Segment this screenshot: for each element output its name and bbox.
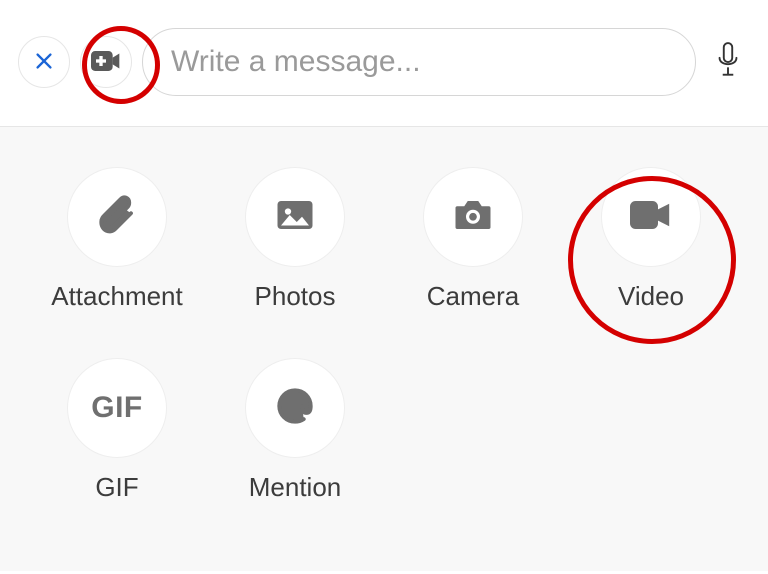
paperclip-icon: [96, 194, 138, 241]
attachment-option-photos[interactable]: Photos: [206, 167, 384, 312]
at-icon: [274, 385, 316, 432]
attachment-option-camera[interactable]: Camera: [384, 167, 562, 312]
close-icon: [33, 50, 55, 75]
attachment-icon-circle: [601, 167, 701, 267]
gif-icon: GIF: [91, 391, 143, 425]
attachment-label: Photos: [255, 281, 336, 312]
attachment-panel: Attachment Photos: [0, 127, 768, 571]
attachment-option-gif[interactable]: GIF GIF: [28, 358, 206, 503]
attachment-icon-circle: [423, 167, 523, 267]
attachment-label: Camera: [427, 281, 519, 312]
video-quick-button[interactable]: [80, 36, 132, 88]
microphone-icon: [715, 42, 741, 83]
compose-bar: [0, 0, 768, 127]
video-icon: [630, 194, 672, 241]
attachment-icon-circle: [245, 358, 345, 458]
attachment-icon-circle: GIF: [67, 358, 167, 458]
attachment-label: Video: [618, 281, 684, 312]
message-input[interactable]: [142, 28, 696, 96]
camera-icon: [452, 194, 494, 241]
attachment-label: Attachment: [51, 281, 183, 312]
attachment-option-video[interactable]: Video: [562, 167, 740, 312]
photos-icon: [274, 194, 316, 241]
attachment-grid: Attachment Photos: [28, 167, 740, 503]
video-plus-icon: [91, 50, 121, 75]
attachment-icon-circle: [67, 167, 167, 267]
voice-button[interactable]: [706, 40, 750, 84]
attachment-label: Mention: [249, 472, 342, 503]
attachment-option-mention[interactable]: Mention: [206, 358, 384, 503]
attachment-label: GIF: [95, 472, 138, 503]
attachment-icon-circle: [245, 167, 345, 267]
attachment-option-attachment[interactable]: Attachment: [28, 167, 206, 312]
close-button[interactable]: [18, 36, 70, 88]
